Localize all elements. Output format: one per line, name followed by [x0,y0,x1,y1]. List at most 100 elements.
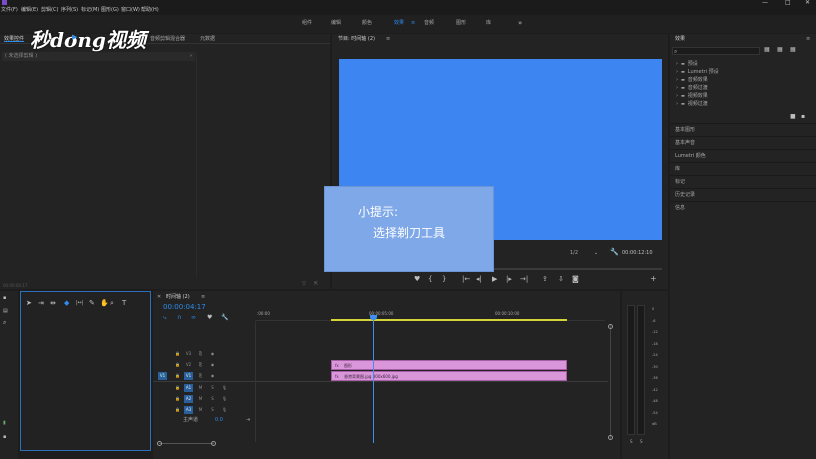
effects-tree-item[interactable]: › ▬ Lumetri 预设 [676,68,806,75]
clip-selector[interactable]: ( 未选择剪辑 ) › [2,52,195,61]
bin-icon[interactable]: ▪ [3,433,6,441]
solo-button[interactable]: S [208,406,217,414]
track-label[interactable]: V3 [184,350,193,358]
minimize-button[interactable]: — [762,0,768,6]
track-header[interactable]: 🔒 V2 ⎘ ◉ [153,360,255,370]
track-header[interactable]: 🔒 V3 ⎘ ◉ [153,349,255,359]
track-header[interactable]: 🔒 A2 M S 🎙 [153,394,255,404]
add-marker-icon[interactable]: ♥ [414,275,420,283]
timeline-settings-icon[interactable]: 🔧 [221,314,228,322]
tab-effect-controls[interactable]: 效果控件 [4,36,24,43]
yuv-effects-icon[interactable]: ▦ [790,46,796,54]
accelerated-effects-icon[interactable]: ▦ [764,46,770,54]
lock-icon[interactable]: 🔒 [173,406,182,414]
zoom-chevron-down-icon[interactable]: ⌄ [594,249,598,257]
microphone-icon[interactable]: 🎙 [220,384,229,392]
go-to-end-icon[interactable]: ⇥ [246,417,250,424]
panel-section-tab[interactable]: 基本声音 [670,136,816,148]
selection-tool-icon[interactable]: ➤ [26,299,32,307]
lock-icon[interactable]: 🔒 [173,350,182,358]
clip-image[interactable]: fx 香港背景图.jpg 800x600.jpg [331,371,567,381]
ripple-edit-tool-icon[interactable]: ⇹ [50,299,56,307]
lift-icon[interactable]: ⇪ [542,275,548,283]
timeline-tab-close-icon[interactable]: ✕ [157,294,161,301]
panel-section-tab[interactable]: 标记 [670,175,816,187]
media-browser-icon[interactable]: ▤ [3,307,8,315]
microphone-icon[interactable]: 🎙 [220,395,229,403]
workspace-overflow-button[interactable]: » [518,19,522,27]
delete-icon[interactable]: ▪ [801,113,805,121]
search-icon[interactable]: ⌕ [3,319,6,327]
razor-tool-icon[interactable]: ◆ [64,299,69,307]
menu-item[interactable]: 帮助(H) [141,7,159,14]
program-monitor-menu-icon[interactable]: ≡ [386,36,390,43]
track-header[interactable]: 🔒 A1 M S 🎙 [153,383,255,393]
menu-item[interactable]: 窗口(W) [121,7,140,14]
workspace-tab[interactable]: 图形 [456,20,466,27]
workspace-tab[interactable]: 音频 [424,20,434,27]
sync-lock-icon[interactable]: ⎘ [196,361,205,369]
playhead-line[interactable] [373,317,374,443]
workspace-menu-icon[interactable]: ≡ [411,20,415,27]
menu-item[interactable]: 图形(G) [101,7,119,14]
panel-section-tab[interactable]: 基本图形 [670,123,816,135]
workspace-tab[interactable]: 组件 [302,20,312,27]
mark-out-icon[interactable]: } [442,275,446,283]
timeline-tab-menu-icon[interactable]: ≡ [201,294,205,301]
go-to-in-icon[interactable]: |← [462,275,470,283]
panel-section-tab[interactable]: 信息 [670,201,816,213]
mute-button[interactable]: M [196,395,205,403]
microphone-icon[interactable]: 🎙 [220,406,229,414]
play-icon[interactable]: ▶ [492,275,497,283]
eye-icon[interactable]: ◉ [208,372,217,380]
panel-section-tab[interactable]: 库 [670,162,816,174]
eye-icon[interactable]: ◉ [208,361,217,369]
track-label[interactable]: V2 [184,361,193,369]
scroll-handle-top[interactable] [608,324,613,329]
step-back-icon[interactable]: ◂| [476,275,482,283]
lock-icon[interactable]: 🔒 [173,395,182,403]
pen-tool-icon[interactable]: ✎ [89,299,95,307]
lock-icon[interactable]: 🔒 [173,372,182,380]
zoom-level-dropdown[interactable]: 1/2 [570,250,578,257]
add-marker-icon[interactable]: ♥ [207,314,212,322]
button-editor-plus-icon[interactable]: + [650,275,657,283]
effects-tree-item[interactable]: › ▬ 音频过渡 [676,84,806,91]
nest-icon[interactable]: ⤷ [163,314,166,322]
program-monitor-tab[interactable]: 节目: 时间轴 (2) [338,36,375,43]
sync-lock-icon[interactable]: ⎘ [196,350,205,358]
effects-tree-item[interactable]: › ▬ 音频效果 [676,76,806,83]
new-bin-icon[interactable]: ■ [790,113,796,121]
menu-item[interactable]: 文件(F) [1,7,18,14]
track-header[interactable]: 🔒 A3 M S 🎙 [153,405,255,415]
menu-item[interactable]: 序列(S) [61,7,78,14]
track-label[interactable]: A2 [184,395,193,403]
track-label[interactable]: V1 [184,372,193,380]
effects-panel-menu-icon[interactable]: ≡ [806,36,810,43]
timeline-timecode[interactable]: 00:00:04:17 [163,304,206,311]
panel-section-tab[interactable]: Lumetri 颜色 [670,149,816,161]
work-area-bar[interactable] [331,319,567,321]
32bit-effects-icon[interactable]: ▦ [777,46,783,54]
track-label[interactable]: A3 [184,406,193,414]
linked-selection-icon[interactable]: ∞ [191,314,196,322]
workspace-tab[interactable]: 库 [486,20,491,27]
scroll-handle-bottom[interactable] [608,435,613,440]
zoom-handle-right[interactable] [211,441,216,446]
playhead-handle[interactable] [370,315,377,320]
menu-item[interactable]: 剪辑(C) [41,7,58,14]
menu-item[interactable]: 编辑(E) [21,7,38,14]
effects-tree-item[interactable]: › ▬ 视频效果 [676,92,806,99]
menu-item[interactable]: 标记(M) [81,7,99,14]
export-frame-icon[interactable]: ◙ [572,275,579,283]
eye-icon[interactable]: ◉ [208,350,217,358]
clip-graphics[interactable]: fx 图形 [331,360,567,370]
info-icon[interactable]: ▮ [3,419,6,427]
close-button[interactable]: ✕ [805,0,810,6]
workspace-tab[interactable]: 颜色 [362,20,372,27]
step-forward-icon[interactable]: |▸ [506,275,512,283]
sync-lock-icon[interactable]: ⎘ [196,372,205,380]
solo-button-right[interactable]: S [640,438,643,445]
slip-tool-icon[interactable]: |↔| [76,299,84,307]
source-patch-v1[interactable]: V1 [158,372,167,380]
